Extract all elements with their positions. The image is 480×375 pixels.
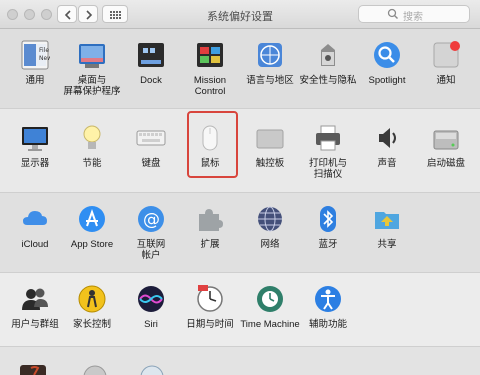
pane-internet-accounts[interactable]: @ 互联网 帐户: [121, 204, 181, 264]
pane-label: 蓝牙: [318, 239, 338, 250]
parental-icon: [77, 284, 107, 314]
pane-extensions[interactable]: 扩展: [180, 204, 240, 264]
svg-text:@: @: [143, 210, 160, 230]
language-icon: [255, 40, 285, 70]
pane-label: 声音: [377, 158, 397, 169]
pane-spotlight[interactable]: Spotlight: [357, 40, 417, 100]
pane-trackpad[interactable]: 触控板: [240, 123, 300, 183]
pane-label: 互联网 帐户: [136, 239, 166, 261]
pane-partial-icon-2: [140, 365, 164, 375]
security-icon: [313, 40, 343, 70]
pane-accessibility[interactable]: 辅助功能: [298, 284, 358, 344]
bluetooth-icon: [313, 204, 343, 234]
icloud-icon: [20, 204, 50, 234]
pane-mission-control[interactable]: Mission Control: [180, 40, 240, 100]
energy-icon: [77, 123, 107, 153]
pane-siri[interactable]: Siri: [121, 284, 181, 344]
chevron-left-icon: [64, 10, 71, 20]
pane-sound[interactable]: 声音: [357, 123, 417, 183]
grid-icon: [110, 11, 121, 19]
siri-icon: [136, 284, 166, 314]
pane-label: Dock: [140, 75, 162, 86]
pane-date-time[interactable]: 日期与时间: [180, 284, 240, 344]
pane-label: 扩展: [200, 239, 220, 250]
section-other: [0, 347, 480, 375]
date-time-icon: [195, 284, 225, 314]
svg-text:File: File: [39, 47, 49, 54]
show-all-button[interactable]: [102, 5, 128, 23]
notifications-icon: [431, 40, 461, 70]
network-icon: [255, 204, 285, 234]
spotlight-icon: [372, 40, 402, 70]
pane-app-store[interactable]: App Store: [62, 204, 122, 264]
general-icon: File New: [20, 40, 52, 70]
pane-printers[interactable]: 打印机与 扫描仪: [298, 123, 358, 183]
pane-network[interactable]: 网络: [240, 204, 300, 264]
svg-text:New: New: [39, 55, 50, 62]
internet-accounts-icon: @: [136, 204, 166, 234]
search-field[interactable]: 搜索: [358, 5, 470, 23]
trackpad-icon: [255, 123, 285, 153]
dock-icon: [136, 40, 166, 70]
mission-control-icon: [195, 40, 225, 70]
printers-icon: [313, 123, 343, 153]
pane-label: 家长控制: [72, 319, 111, 330]
pane-label: Mission Control: [193, 75, 227, 97]
pane-users[interactable]: 用户与群组: [5, 284, 65, 344]
minimize-window-button[interactable]: [24, 9, 35, 20]
pane-label: 启动磁盘: [426, 158, 465, 169]
startup-disk-icon: [431, 123, 461, 153]
pane-language[interactable]: 语言与地区: [240, 40, 300, 100]
title-bar: 系统偏好设置 搜索: [0, 0, 480, 29]
sharing-icon: [372, 204, 402, 234]
pane-dock[interactable]: Dock: [121, 40, 181, 100]
pane-notifications[interactable]: 通知: [416, 40, 476, 100]
accessibility-icon: [313, 284, 343, 314]
pane-label: 打印机与 扫描仪: [308, 158, 347, 180]
chevron-right-icon: [86, 10, 93, 20]
desktop-icon: [77, 40, 107, 70]
pane-security[interactable]: 安全性与隐私: [298, 40, 358, 100]
mouse-highlight-box: [187, 111, 238, 178]
search-placeholder: 搜索: [403, 12, 423, 23]
zoom-window-button[interactable]: [41, 9, 52, 20]
extensions-icon: [195, 204, 225, 234]
pane-bluetooth[interactable]: 蓝牙: [298, 204, 358, 264]
pane-general[interactable]: File New 通用: [5, 40, 65, 100]
pane-label: 节能: [82, 158, 102, 169]
sound-icon: [372, 123, 402, 153]
close-window-button[interactable]: [7, 9, 18, 20]
app-store-icon: [77, 204, 107, 234]
pane-keyboard[interactable]: 键盘: [121, 123, 181, 183]
pane-label: 共享: [377, 239, 397, 250]
users-icon: [20, 284, 50, 314]
window-title: 系统偏好设置: [207, 11, 273, 23]
time-machine-icon: [255, 284, 285, 314]
pane-label: App Store: [70, 239, 114, 250]
pane-label: 辅助功能: [308, 319, 347, 330]
pane-label: 键盘: [141, 158, 161, 169]
pane-icloud[interactable]: iCloud: [5, 204, 65, 264]
pane-label: Siri: [144, 319, 158, 330]
pane-energy[interactable]: 节能: [62, 123, 122, 183]
pane-displays[interactable]: 显示器: [5, 123, 65, 183]
pane-parental[interactable]: 家长控制: [62, 284, 122, 344]
pane-desktop[interactable]: 桌面与 屏幕保护程序: [62, 40, 122, 100]
pane-label: 安全性与隐私: [299, 75, 357, 86]
pane-sharing[interactable]: 共享: [357, 204, 417, 264]
pane-label: 桌面与 屏幕保护程序: [63, 75, 121, 97]
pane-label: Spotlight: [368, 75, 406, 86]
keyboard-icon: [136, 123, 166, 153]
pane-label: 通知: [436, 75, 456, 86]
back-button[interactable]: [57, 5, 77, 23]
pane-startup-disk[interactable]: 启动磁盘: [416, 123, 476, 183]
search-icon: [387, 8, 398, 19]
pane-partial-icon: [83, 365, 107, 375]
displays-icon: [20, 123, 50, 153]
pane-label: 日期与时间: [186, 319, 234, 330]
pane-time-machine[interactable]: Time Machine: [240, 284, 300, 344]
forward-button[interactable]: [78, 5, 98, 23]
